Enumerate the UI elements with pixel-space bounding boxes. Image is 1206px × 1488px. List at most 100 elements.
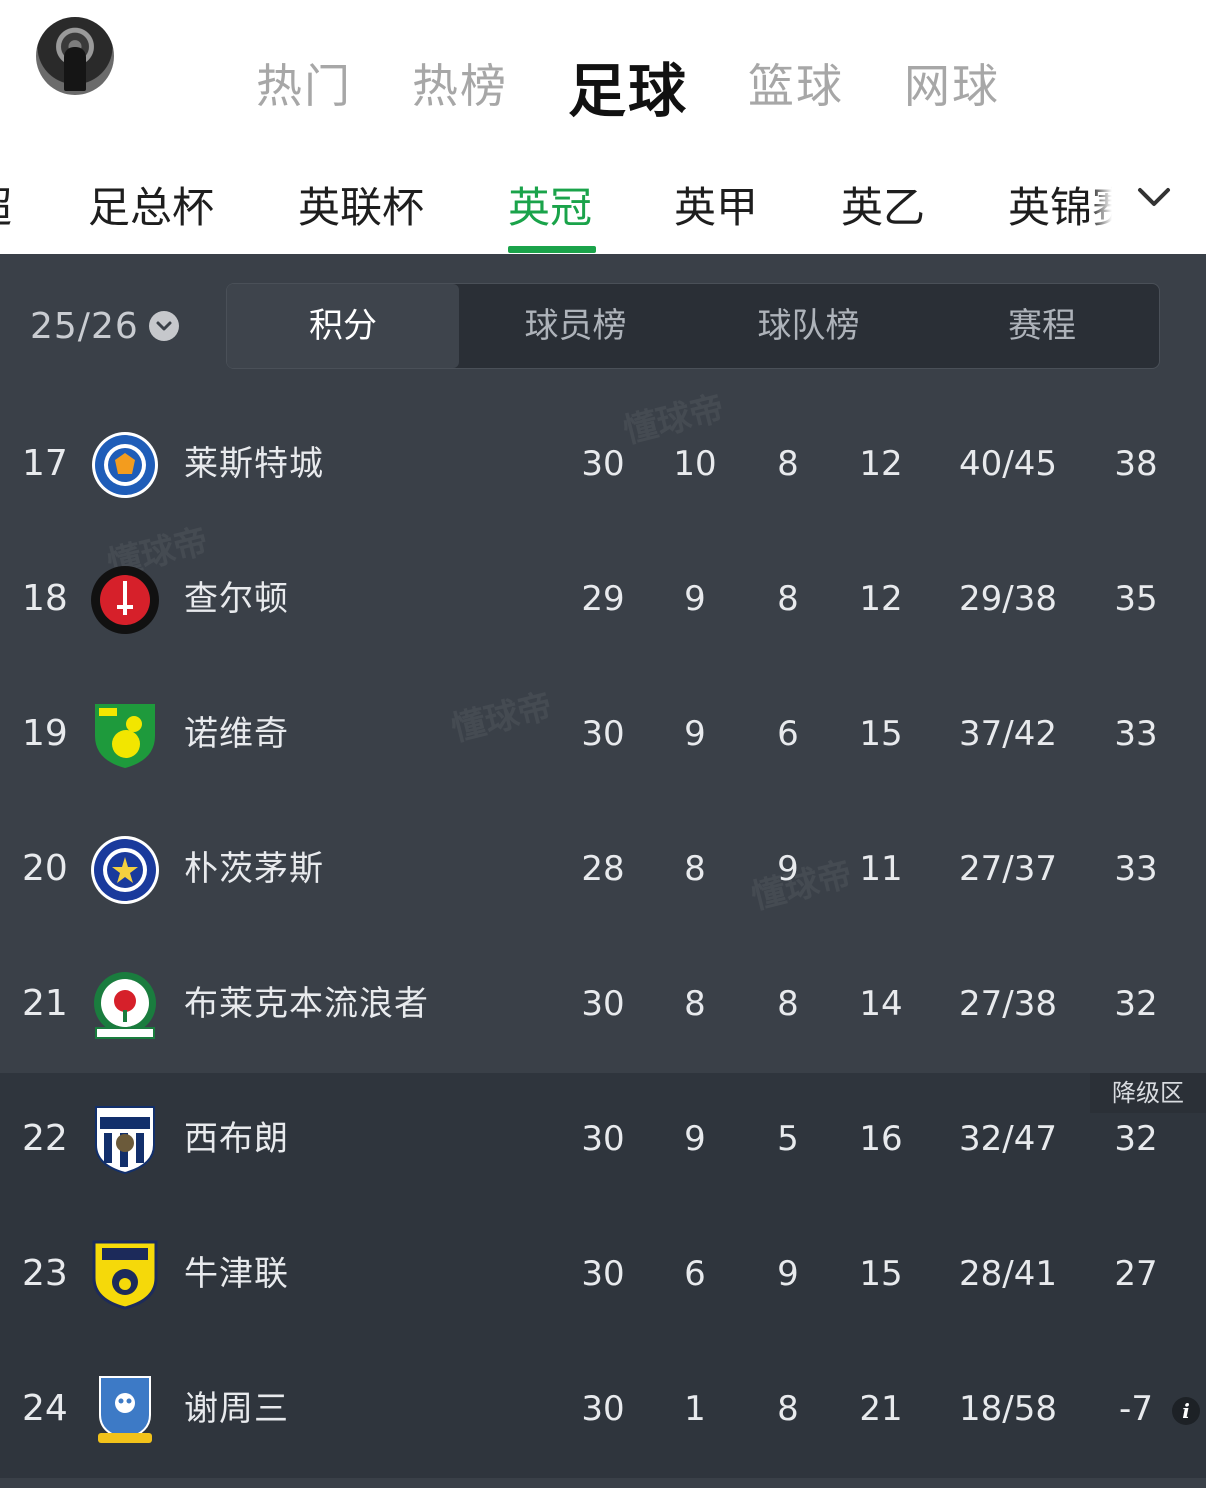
table-row[interactable]: 18 查尔顿 29 9 8 12 29/38 35 [0, 533, 1206, 668]
tab-hot[interactable]: 热门 [256, 50, 352, 116]
league-tab-league-cup[interactable]: 英联杯 [298, 174, 424, 235]
drawn: 8 [777, 1389, 799, 1429]
points: -7 [1119, 1389, 1153, 1429]
season-dropdown-icon[interactable] [149, 311, 179, 341]
played: 30 [581, 714, 625, 754]
table-row[interactable]: 23 牛津联 30 6 9 15 28/41 27 [0, 1208, 1206, 1343]
team-name: 谢周三 [184, 1389, 289, 1429]
lost: 16 [859, 1119, 903, 1159]
goals: 32/47 [959, 1119, 1057, 1159]
team-name: 西布朗 [184, 1119, 289, 1159]
team-name: 诺维奇 [184, 714, 289, 754]
team-name: 莱斯特城 [184, 444, 324, 484]
points: 27 [1114, 1254, 1158, 1294]
tab-tennis[interactable]: 网球 [904, 50, 1000, 116]
rank: 20 [22, 848, 68, 889]
goals: 29/38 [959, 579, 1057, 619]
league-tab-league-one[interactable]: 英甲 [674, 174, 758, 235]
avatar[interactable] [36, 17, 114, 95]
league-tab-championship[interactable]: 英冠 [508, 174, 592, 235]
lost: 21 [859, 1389, 903, 1429]
view-segment-control: 积分 球员榜 球队榜 赛程 [226, 283, 1160, 369]
segment-schedule[interactable]: 赛程 [925, 284, 1159, 368]
played: 28 [581, 849, 625, 889]
rank: 23 [22, 1253, 68, 1294]
tab-trending[interactable]: 热榜 [412, 50, 508, 116]
info-icon[interactable]: i [1172, 1397, 1200, 1425]
points: 33 [1114, 714, 1158, 754]
points: 32 [1114, 1119, 1158, 1159]
team-name: 朴茨茅斯 [184, 849, 324, 889]
points: 33 [1114, 849, 1158, 889]
lost: 11 [859, 849, 903, 889]
points: 32 [1114, 984, 1158, 1024]
rank: 18 [22, 578, 68, 619]
points: 35 [1114, 579, 1158, 619]
segment-player-rank[interactable]: 球员榜 [459, 284, 692, 368]
lost: 14 [859, 984, 903, 1024]
league-tab-fa-cup[interactable]: 足总杯 [88, 174, 214, 235]
drawn: 8 [777, 444, 799, 484]
played: 30 [581, 444, 625, 484]
team-name: 布莱克本流浪者 [184, 984, 429, 1024]
played: 29 [581, 579, 625, 619]
drawn: 6 [777, 714, 799, 754]
points: 38 [1114, 444, 1158, 484]
rank: 24 [22, 1388, 68, 1429]
played: 30 [581, 1254, 625, 1294]
played: 30 [581, 1389, 625, 1429]
team-name: 牛津联 [184, 1254, 289, 1294]
active-tab-indicator [508, 246, 596, 253]
drawn: 5 [777, 1119, 799, 1159]
won: 1 [684, 1389, 706, 1429]
drawn: 9 [777, 849, 799, 889]
played: 30 [581, 1119, 625, 1159]
charlton-crest-icon [91, 566, 159, 634]
portsmouth-crest-icon [91, 836, 159, 904]
season-selector[interactable]: 25/26 [30, 306, 139, 347]
table-row[interactable]: 19 诺维奇 30 9 6 15 37/42 33 [0, 668, 1206, 803]
drawn: 9 [777, 1254, 799, 1294]
rank: 17 [22, 443, 68, 484]
tab-basketball[interactable]: 篮球 [748, 50, 844, 116]
segment-team-rank[interactable]: 球队榜 [692, 284, 925, 368]
table-row[interactable]: 17 莱斯特城 30 10 8 12 40/45 38 [0, 398, 1206, 533]
lost: 12 [859, 579, 903, 619]
oxford-crest-icon [92, 1240, 158, 1310]
table-row[interactable]: 21 布莱克本流浪者 30 8 8 14 27/38 32 [0, 938, 1206, 1073]
won: 9 [684, 714, 706, 754]
won: 6 [684, 1254, 706, 1294]
won: 10 [673, 444, 717, 484]
table-row[interactable]: 22 西布朗 30 9 5 16 32/47 32 [0, 1073, 1206, 1208]
relegation-zone-badge: 降级区 [1090, 1073, 1206, 1113]
lost: 12 [859, 444, 903, 484]
segment-standings[interactable]: 积分 [227, 284, 459, 368]
played: 30 [581, 984, 625, 1024]
table-row[interactable]: 24 谢周三 30 1 8 21 18/58 -7 [0, 1343, 1206, 1478]
rank: 19 [22, 713, 68, 754]
rank: 21 [22, 983, 68, 1024]
top-bar: 热门 热榜 足球 篮球 网球 [0, 0, 1206, 130]
blackburn-crest-icon [94, 972, 156, 1039]
lost: 15 [859, 714, 903, 754]
league-tabs: 超 足总杯 英联杯 英冠 英甲 英乙 英锦赛 [0, 130, 1206, 254]
goals: 40/45 [959, 444, 1057, 484]
goals: 27/37 [959, 849, 1057, 889]
goals: 18/58 [959, 1389, 1057, 1429]
league-tab-league-two[interactable]: 英乙 [841, 174, 925, 235]
goals: 27/38 [959, 984, 1057, 1024]
team-name: 查尔顿 [184, 579, 289, 619]
goals: 37/42 [959, 714, 1057, 754]
drawn: 8 [777, 579, 799, 619]
won: 8 [684, 984, 706, 1024]
tab-football[interactable]: 足球 [568, 44, 688, 128]
table-row[interactable]: 20 朴茨茅斯 28 8 9 11 27/37 33 [0, 803, 1206, 938]
chevron-down-icon[interactable] [1136, 182, 1172, 212]
lost: 15 [859, 1254, 903, 1294]
league-tab-premier[interactable]: 超 [0, 174, 12, 235]
won: 8 [684, 849, 706, 889]
goals: 28/41 [959, 1254, 1057, 1294]
leicester-crest-icon [92, 432, 158, 498]
rank: 22 [22, 1118, 68, 1159]
drawn: 8 [777, 984, 799, 1024]
